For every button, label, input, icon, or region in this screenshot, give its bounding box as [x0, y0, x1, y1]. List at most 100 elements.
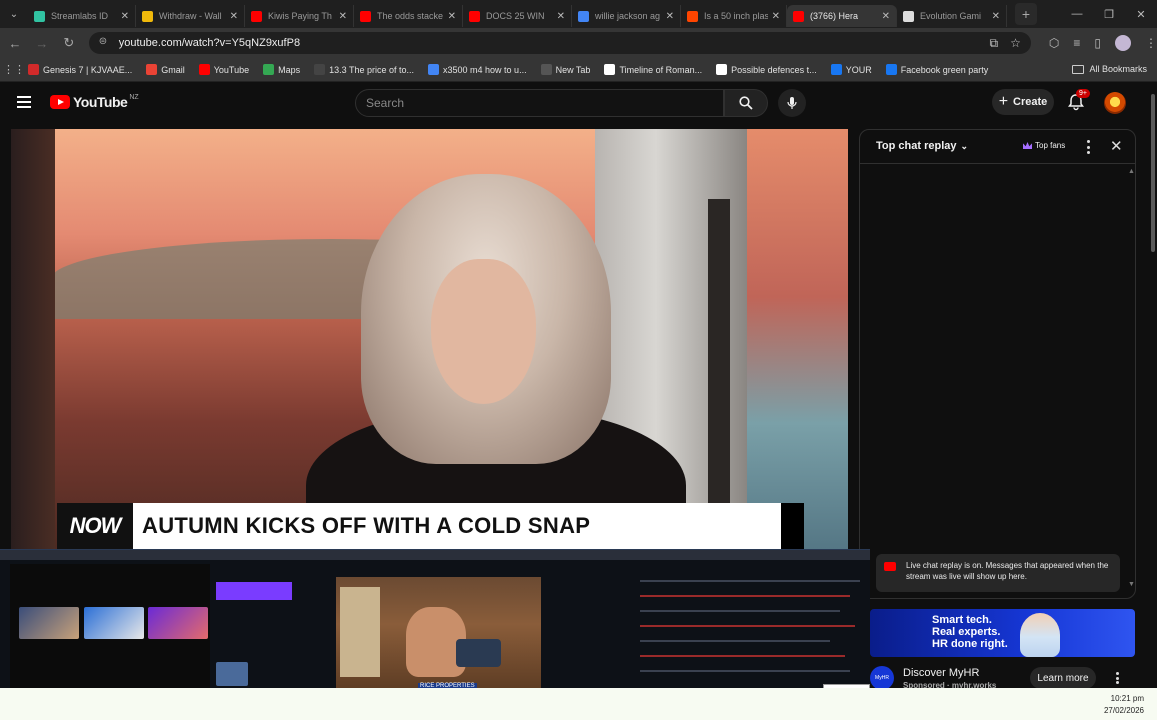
- country-code: NZ: [129, 94, 139, 101]
- ad-more-icon[interactable]: [1116, 672, 1120, 684]
- bookmark-item[interactable]: New Tab: [540, 64, 590, 75]
- bookmark-favicon-icon: [716, 64, 728, 75]
- browser-tab[interactable]: Streamlabs ID ✕: [28, 5, 136, 27]
- reload-button[interactable]: ↻: [57, 31, 81, 55]
- youtube-logo[interactable]: YouTube NZ: [50, 94, 139, 110]
- chat-more-icon[interactable]: [1086, 140, 1090, 154]
- tab-close-icon[interactable]: ✕: [230, 11, 238, 22]
- all-bookmarks-button[interactable]: All Bookmarks: [1072, 64, 1147, 74]
- bookmark-item[interactable]: Maps: [263, 64, 300, 75]
- bookmark-favicon-icon: [540, 64, 552, 75]
- search-placeholder: Search: [366, 96, 405, 110]
- search-input[interactable]: Search: [355, 89, 724, 117]
- ad-person-image: [1020, 613, 1060, 657]
- address-bar[interactable]: ⊜ youtube.com/watch?v=Y5qNZ9xufP8 ⧉ ☆: [88, 32, 1031, 54]
- browser-tab[interactable]: (3766) Hera ✕: [787, 5, 897, 27]
- video-player[interactable]: NOW AUTUMN KICKS OFF WITH A COLD SNAP: [11, 129, 848, 549]
- chat-scrollbar[interactable]: ▲ ▼: [1128, 168, 1135, 588]
- profile-avatar[interactable]: [1114, 35, 1131, 51]
- tab-title: (3766) Hera: [810, 11, 859, 21]
- voice-search-button[interactable]: [778, 89, 806, 117]
- page-scrollbar-thumb[interactable]: [1151, 94, 1155, 252]
- page-scrollbar[interactable]: [1149, 82, 1157, 688]
- bookmark-item[interactable]: Timeline of Roman...: [604, 64, 702, 75]
- search-button[interactable]: [724, 89, 768, 117]
- media-control-icon[interactable]: ≡: [1073, 36, 1080, 50]
- scroll-up-icon[interactable]: ▲: [1128, 168, 1135, 175]
- search-icon: [739, 96, 753, 110]
- tab-close-icon[interactable]: ✕: [666, 11, 674, 22]
- taskbar-clock[interactable]: 10:21 pm 27/02/2026: [1104, 693, 1144, 717]
- tab-close-icon[interactable]: ✕: [772, 11, 780, 22]
- install-app-icon[interactable]: ⧉: [990, 36, 999, 51]
- tab-title: Streamlabs ID: [51, 11, 109, 21]
- tab-favicon-icon: [469, 10, 480, 22]
- bookmark-item[interactable]: Facebook green party: [885, 64, 988, 75]
- bookmark-item[interactable]: 13.3 The price of to...: [314, 64, 414, 75]
- tab-close-icon[interactable]: ✕: [121, 11, 129, 22]
- ad-logo: MyHR: [870, 666, 894, 690]
- url-text: youtube.com/watch?v=Y5qNZ9xufP8: [118, 37, 301, 49]
- new-tab-button[interactable]: +: [1015, 3, 1037, 25]
- tab-close-icon[interactable]: ✕: [557, 11, 565, 22]
- tab-close-icon[interactable]: ✕: [992, 11, 1000, 22]
- minimize-button[interactable]: —: [1061, 0, 1093, 28]
- create-label: Create: [1013, 96, 1048, 108]
- overlay-thumb-1: [19, 607, 79, 639]
- overlay-webcam-feed: RICE PROPERTIES: [336, 577, 541, 695]
- browser-tab[interactable]: Evolution Gami ✕: [897, 5, 1007, 27]
- forward-button[interactable]: →: [30, 31, 54, 55]
- maximize-button[interactable]: ❐: [1093, 0, 1125, 28]
- apps-grid-icon[interactable]: ⋮⋮: [0, 63, 28, 76]
- create-button[interactable]: + Create: [992, 89, 1054, 115]
- bookmark-favicon-icon: [198, 64, 210, 75]
- bookmark-item[interactable]: Genesis 7 | KJVAAE...: [28, 64, 132, 75]
- bookmark-label: Possible defences t...: [731, 64, 817, 75]
- bookmark-favicon-icon: [885, 64, 897, 75]
- account-avatar[interactable]: [1104, 92, 1126, 114]
- notification-badge: 9+: [1076, 89, 1090, 98]
- browser-tab[interactable]: willie jackson ag ✕: [572, 5, 681, 27]
- bookmark-label: Genesis 7 | KJVAAE...: [43, 64, 133, 75]
- learn-more-button[interactable]: Learn more: [1030, 667, 1096, 689]
- tab-favicon-icon: [34, 10, 45, 22]
- tab-close-icon[interactable]: ✕: [448, 11, 456, 22]
- bookmark-item[interactable]: Possible defences t...: [716, 64, 817, 75]
- video-scene-doorway: [708, 199, 730, 504]
- browser-tab[interactable]: The odds stacke ✕: [354, 5, 463, 27]
- bookmark-item[interactable]: Gmail: [146, 64, 185, 75]
- all-bookmarks-label: All Bookmarks: [1089, 64, 1147, 74]
- tab-search-button[interactable]: ⌄: [0, 0, 28, 28]
- video-scene-left: [11, 129, 55, 549]
- tab-close-icon[interactable]: ✕: [882, 11, 890, 22]
- back-button[interactable]: ←: [3, 31, 27, 55]
- bookmark-favicon-icon: [314, 64, 326, 75]
- browser-menu-icon[interactable]: ⋮: [1145, 36, 1157, 50]
- browser-tab[interactable]: Withdraw - Wall ✕: [136, 5, 245, 27]
- tab-title: Withdraw - Wall: [159, 11, 222, 21]
- bookmarks-bar: ⋮⋮ Genesis 7 | KJVAAE... Gmail YouTube Maps…: [0, 58, 1157, 82]
- browser-tab[interactable]: Kiwis Paying Th ✕: [245, 5, 354, 27]
- crown-icon: [1023, 142, 1032, 149]
- bookmark-item[interactable]: x3500 m4 how to u...: [428, 64, 527, 75]
- browser-tab[interactable]: Is a 50 inch plas ✕: [681, 5, 787, 27]
- bookmark-star-icon[interactable]: ☆: [1010, 36, 1021, 51]
- browser-tab[interactable]: DOCS 25 WIN ✕: [463, 5, 572, 27]
- scroll-down-icon[interactable]: ▼: [1128, 581, 1135, 588]
- ad-title[interactable]: Discover MyHR: [903, 667, 979, 679]
- extensions-icon[interactable]: ⬡: [1049, 36, 1059, 50]
- bookmark-item[interactable]: YouTube: [198, 64, 249, 75]
- chat-mode-dropdown[interactable]: Top chat replay ⌄: [876, 140, 968, 152]
- guide-menu-icon[interactable]: [17, 96, 31, 108]
- tab-close-icon[interactable]: ✕: [339, 11, 347, 22]
- folder-icon: [1072, 64, 1085, 74]
- top-fans-button[interactable]: Top fans: [1023, 141, 1065, 150]
- bookmark-item[interactable]: YOUR: [830, 64, 872, 75]
- close-window-button[interactable]: ✕: [1125, 0, 1157, 28]
- close-chat-icon[interactable]: ✕: [1110, 137, 1123, 155]
- lower-third-tag: NOW: [57, 503, 133, 549]
- live-chat-panel: Top chat replay ⌄ Top fans ✕ ▲ ▼ Live cha…: [859, 129, 1136, 599]
- site-info-icon[interactable]: ⊜: [99, 36, 113, 50]
- ad-banner[interactable]: Smart tech. Real experts. HR done right.: [870, 609, 1135, 657]
- sidebar-icon[interactable]: ▯: [1094, 36, 1101, 50]
